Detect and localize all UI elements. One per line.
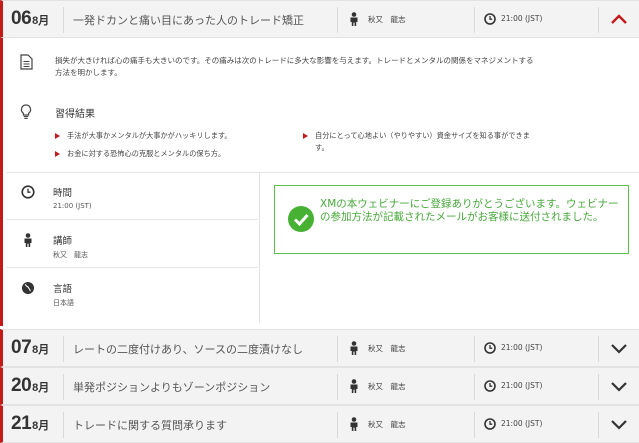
session-title: トレードに関する質問承ります: [73, 419, 227, 432]
session-date: 218月: [11, 413, 50, 434]
session-date: 078月: [11, 337, 50, 358]
meta-speaker: 講師 秋又 龍志: [6, 221, 258, 268]
session-detail: 損失が大きければ心の痛手も大きいのです。その痛みは次のトレードに多大な影響を与え…: [0, 38, 639, 326]
results-title: 習得結果: [55, 109, 95, 120]
session-date: 068月: [11, 8, 50, 29]
person-icon: [350, 379, 358, 393]
meta-language: 言語 日本語: [6, 269, 258, 316]
result-item: 手法が大事かメンタルが大事かがハッキリします。: [55, 130, 287, 142]
session-time: 21:00 (JST): [501, 14, 543, 23]
clock-icon: [21, 185, 35, 199]
meta-time-value: 21:00 (JST): [53, 202, 92, 210]
person-icon: [350, 12, 358, 26]
chevron-down-icon[interactable]: [609, 340, 629, 356]
meta-speaker-value: 秋又 龍志: [53, 251, 88, 259]
presenter-name: 秋又 龍志: [368, 15, 406, 24]
session-time: 21:00 (JST): [501, 343, 543, 352]
session-row-4[interactable]: 218月 トレードに関する質問承ります 秋又 龍志 21:00 (JST): [0, 405, 639, 443]
lightbulb-icon: [20, 104, 32, 119]
session-title: レートの二度付けあり、ソースの二度漬けなし: [73, 343, 304, 356]
session-time: 21:00 (JST): [501, 419, 543, 428]
session-title: 単発ポジションよりもゾーンポジション: [73, 381, 271, 394]
presenter-name: 秋又 龍志: [368, 382, 406, 391]
session-description: 損失が大きければ心の痛手も大きいのです。その痛みは次のトレードに多大な影響を与え…: [55, 56, 534, 77]
person-icon: [24, 233, 32, 247]
session-date: 208月: [11, 375, 50, 396]
presenter-name: 秋又 龍志: [368, 420, 406, 429]
clock-icon: [484, 418, 496, 430]
session-row-2[interactable]: 078月 レートの二度付けあり、ソースの二度漬けなし 秋又 龍志 21:00 (…: [0, 329, 639, 367]
person-icon: [350, 417, 358, 431]
meta-speaker-label: 講師: [53, 236, 73, 247]
registration-success-alert: XMの本ウェビナーにご登録ありがとうございます。ウェビナーの参加方法が記載された…: [274, 185, 629, 254]
chevron-down-icon[interactable]: [609, 378, 629, 394]
meta-language-value: 日本語: [53, 299, 74, 307]
meta-language-label: 言語: [53, 284, 73, 295]
chevron-down-icon[interactable]: [609, 416, 629, 432]
checkmark-icon: [288, 206, 314, 232]
meta-time-label: 時間: [53, 188, 73, 199]
result-item: お金に対する恐怖心の克服とメンタルの保ち方。: [55, 148, 287, 160]
clock-icon: [484, 380, 496, 392]
session-time: 21:00 (JST): [501, 381, 543, 390]
session-title: 一発ドカンと痛い目にあった人のトレード矯正: [73, 14, 304, 27]
chevron-up-icon[interactable]: [609, 11, 629, 27]
clock-icon: [484, 342, 496, 354]
clock-icon: [484, 13, 496, 25]
result-item: 自分にとって心地よい（やりやすい）資金サイズを知る事ができます。: [303, 130, 540, 154]
globe-icon: [22, 282, 34, 294]
meta-time: 時間 21:00 (JST): [6, 173, 258, 220]
success-message: XMの本ウェビナーにご登録ありがとうございます。ウェビナーの参加方法が記載された…: [320, 198, 619, 223]
session-row-3[interactable]: 208月 単発ポジションよりもゾーンポジション 秋又 龍志 21:00 (JST…: [0, 367, 639, 405]
person-icon: [350, 341, 358, 355]
session-row-1[interactable]: 068月 一発ドカンと痛い目にあった人のトレード矯正 秋又 龍志 21:00 (…: [0, 0, 639, 38]
document-icon: [20, 54, 33, 70]
presenter-name: 秋又 龍志: [368, 344, 406, 353]
